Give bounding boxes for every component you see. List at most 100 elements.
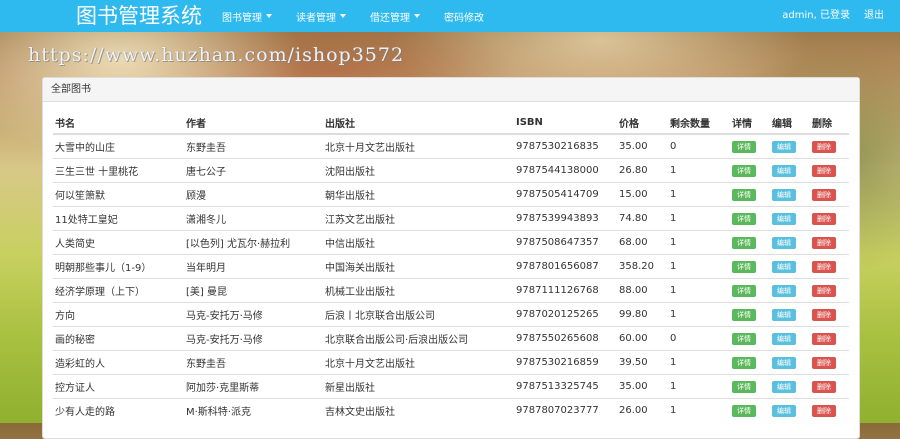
isbn-cell: 9787550265608 bbox=[514, 326, 617, 351]
nav-item-label: 借还管理 bbox=[370, 12, 410, 24]
detail-button[interactable]: 详情 bbox=[732, 140, 756, 153]
quantity-cell: 1 bbox=[668, 398, 730, 422]
column-header: ISBN bbox=[514, 111, 617, 135]
detail-button[interactable]: 详情 bbox=[732, 188, 756, 201]
nav-item-reader-management[interactable]: 读者管理 bbox=[296, 9, 346, 24]
delete-button[interactable]: 删除 bbox=[812, 284, 836, 297]
action-cell: 删除 bbox=[810, 398, 849, 422]
delete-button[interactable]: 删除 bbox=[812, 308, 836, 321]
nav-item-password-change[interactable]: 密码修改 bbox=[444, 9, 484, 24]
action-cell: 删除 bbox=[810, 158, 849, 183]
nav-item-book-management[interactable]: 图书管理 bbox=[222, 9, 272, 24]
caret-down-icon bbox=[414, 14, 420, 18]
publisher-cell: 朝华出版社 bbox=[323, 182, 514, 207]
delete-button[interactable]: 删除 bbox=[812, 188, 836, 201]
action-cell: 编辑 bbox=[770, 182, 810, 207]
edit-button[interactable]: 编辑 bbox=[772, 140, 796, 153]
publisher-cell: 机械工业出版社 bbox=[323, 278, 514, 303]
delete-button[interactable]: 删除 bbox=[812, 356, 836, 369]
detail-button[interactable]: 详情 bbox=[732, 404, 756, 417]
price-cell: 60.00 bbox=[617, 326, 668, 351]
edit-button[interactable]: 编辑 bbox=[772, 188, 796, 201]
detail-button[interactable]: 详情 bbox=[732, 308, 756, 321]
edit-button[interactable]: 编辑 bbox=[772, 356, 796, 369]
price-cell: 88.00 bbox=[617, 278, 668, 303]
action-cell: 详情 bbox=[730, 254, 770, 279]
delete-button[interactable]: 删除 bbox=[812, 164, 836, 177]
action-cell: 删除 bbox=[810, 302, 849, 327]
book-title-cell: 少有人走的路 bbox=[53, 398, 184, 422]
detail-button[interactable]: 详情 bbox=[732, 236, 756, 249]
table-row: 方向 马克-安托万·马修 后浪丨北京联合出版公司 9787020125265 99.80… bbox=[53, 302, 849, 327]
user-status: admin, 已登录 bbox=[782, 10, 850, 21]
detail-button[interactable]: 详情 bbox=[732, 212, 756, 225]
author-cell: 当年明月 bbox=[184, 254, 323, 279]
action-cell: 详情 bbox=[730, 278, 770, 303]
price-cell: 358.20 bbox=[617, 254, 668, 279]
delete-button[interactable]: 删除 bbox=[812, 380, 836, 393]
action-cell: 删除 bbox=[810, 254, 849, 279]
table-header-row: 书名 作者 出版社 ISBN 价格 剩余数量 详情 编辑 删除 bbox=[53, 111, 849, 135]
price-cell: 35.00 bbox=[617, 374, 668, 399]
detail-button[interactable]: 详情 bbox=[732, 380, 756, 393]
isbn-cell: 9787530216859 bbox=[514, 350, 617, 375]
action-cell: 详情 bbox=[730, 182, 770, 207]
action-cell: 删除 bbox=[810, 326, 849, 351]
book-title-cell: 明朝那些事儿（1-9） bbox=[53, 254, 184, 279]
detail-button[interactable]: 详情 bbox=[732, 332, 756, 345]
action-cell: 详情 bbox=[730, 350, 770, 375]
publisher-cell: 江苏文艺出版社 bbox=[323, 206, 514, 231]
isbn-cell: 9787505414709 bbox=[514, 182, 617, 207]
logout-link[interactable]: 退出 bbox=[864, 0, 884, 32]
nav-item-borrow-management[interactable]: 借还管理 bbox=[370, 9, 420, 24]
detail-button[interactable]: 详情 bbox=[732, 356, 756, 369]
caret-down-icon bbox=[340, 14, 346, 18]
quantity-cell: 1 bbox=[668, 350, 730, 375]
edit-button[interactable]: 编辑 bbox=[772, 284, 796, 297]
delete-button[interactable]: 删除 bbox=[812, 140, 836, 153]
detail-button[interactable]: 详情 bbox=[732, 260, 756, 273]
edit-button[interactable]: 编辑 bbox=[772, 332, 796, 345]
price-cell: 15.00 bbox=[617, 182, 668, 207]
edit-button[interactable]: 编辑 bbox=[772, 212, 796, 225]
edit-button[interactable]: 编辑 bbox=[772, 308, 796, 321]
column-header: 剩余数量 bbox=[668, 111, 730, 135]
isbn-cell: 9787530216835 bbox=[514, 133, 617, 159]
action-cell: 删除 bbox=[810, 182, 849, 207]
action-cell: 编辑 bbox=[770, 230, 810, 255]
detail-button[interactable]: 详情 bbox=[732, 284, 756, 297]
isbn-cell: 9787539943893 bbox=[514, 206, 617, 231]
publisher-cell: 后浪丨北京联合出版公司 bbox=[323, 302, 514, 327]
action-cell: 删除 bbox=[810, 374, 849, 399]
delete-button[interactable]: 删除 bbox=[812, 236, 836, 249]
column-header: 价格 bbox=[617, 111, 668, 135]
author-cell: [美] 曼昆 bbox=[184, 278, 323, 303]
detail-button[interactable]: 详情 bbox=[732, 164, 756, 177]
quantity-cell: 1 bbox=[668, 158, 730, 183]
edit-button[interactable]: 编辑 bbox=[772, 260, 796, 273]
quantity-cell: 1 bbox=[668, 206, 730, 231]
table-row: 大雪中的山庄 东野圭吾 北京十月文艺出版社 9787530216835 35.00 0 详情… bbox=[53, 133, 849, 159]
action-cell: 详情 bbox=[730, 158, 770, 183]
action-cell: 详情 bbox=[730, 302, 770, 327]
action-cell: 详情 bbox=[730, 206, 770, 231]
quantity-cell: 1 bbox=[668, 182, 730, 207]
delete-button[interactable]: 删除 bbox=[812, 212, 836, 225]
column-header: 出版社 bbox=[323, 111, 514, 135]
delete-button[interactable]: 删除 bbox=[812, 332, 836, 345]
top-navbar: 图书管理系统 图书管理 读者管理 借还管理 密码修改 admin, 已登录 退出 bbox=[0, 0, 900, 32]
edit-button[interactable]: 编辑 bbox=[772, 164, 796, 177]
edit-button[interactable]: 编辑 bbox=[772, 236, 796, 249]
delete-button[interactable]: 删除 bbox=[812, 404, 836, 417]
isbn-cell: 9787513325745 bbox=[514, 374, 617, 399]
app-brand[interactable]: 图书管理系统 bbox=[76, 3, 202, 29]
price-cell: 99.80 bbox=[617, 302, 668, 327]
table-row: 造彩虹的人 东野圭吾 北京十月文艺出版社 9787530216859 39.50 1 详情 编… bbox=[53, 350, 849, 375]
edit-button[interactable]: 编辑 bbox=[772, 380, 796, 393]
delete-button[interactable]: 删除 bbox=[812, 260, 836, 273]
book-title-cell: 何以笙箫默 bbox=[53, 182, 184, 207]
edit-button[interactable]: 编辑 bbox=[772, 404, 796, 417]
publisher-cell: 北京联合出版公司·后浪出版公司 bbox=[323, 326, 514, 351]
action-cell: 详情 bbox=[730, 374, 770, 399]
isbn-cell: 9787544138000 bbox=[514, 158, 617, 183]
